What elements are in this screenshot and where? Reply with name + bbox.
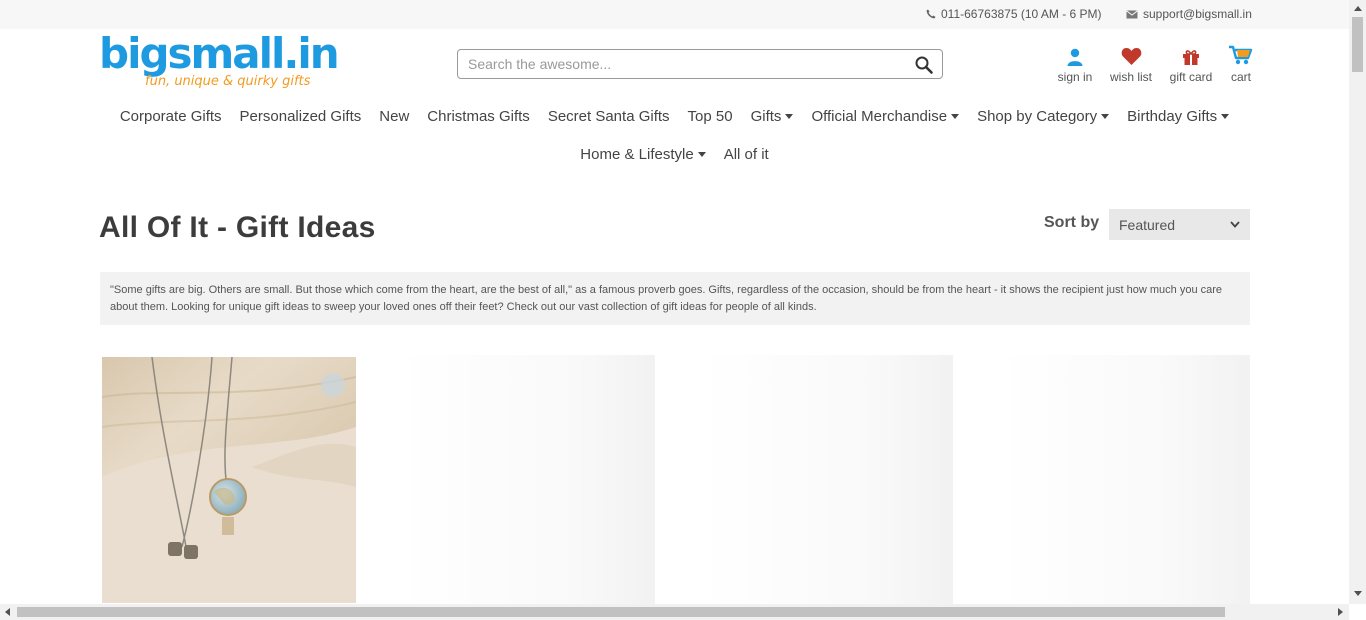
nav-label: New — [379, 108, 410, 125]
nav-label: All of it — [723, 146, 769, 163]
nav-label: Top 50 — [687, 108, 733, 125]
vertical-scroll-thumb[interactable] — [1352, 17, 1363, 72]
nav-all-of-it[interactable]: All of it — [715, 146, 778, 163]
sign-in-link[interactable]: sign in — [1050, 44, 1100, 84]
product-card-placeholder — [400, 355, 655, 605]
nav-christmas-gifts[interactable]: Christmas Gifts — [418, 108, 539, 125]
horizontal-scroll-thumb[interactable] — [17, 607, 1225, 617]
caret-down-icon — [1221, 114, 1230, 119]
logo-tagline: fun, unique & quirky gifts — [145, 74, 311, 89]
nav-label: Christmas Gifts — [427, 108, 530, 125]
nav-label: Corporate Gifts — [119, 108, 222, 125]
caret-down-icon — [785, 114, 794, 119]
nav-top-50[interactable]: Top 50 — [679, 108, 742, 125]
site-logo[interactable]: bigsmall.in fun, unique & quirky gifts — [99, 29, 340, 96]
sort-selected-value: Featured — [1119, 216, 1176, 233]
nav-shop-by-category-dropdown[interactable]: Shop by Category — [968, 108, 1118, 125]
phone-icon — [926, 9, 936, 19]
scroll-right-arrow-icon[interactable] — [1338, 608, 1343, 616]
product-photo-necklace — [102, 357, 356, 603]
nav-official-merchandise-dropdown[interactable]: Official Merchandise — [802, 108, 968, 125]
nav-home-lifestyle-dropdown[interactable]: Home & Lifestyle — [571, 146, 714, 163]
scroll-down-arrow-icon[interactable] — [1354, 591, 1362, 596]
vertical-scrollbar[interactable] — [1349, 0, 1366, 604]
logo-wordmark: bigsmall.in — [99, 29, 340, 78]
nav-birthday-gifts-dropdown[interactable]: Birthday Gifts — [1118, 108, 1238, 125]
gift-card-link[interactable]: gift card — [1162, 44, 1220, 84]
nav-corporate-gifts[interactable]: Corporate Gifts — [111, 108, 231, 125]
wish-list-link[interactable]: wish list — [1100, 44, 1162, 84]
nav-label: Official Merchandise — [811, 108, 948, 125]
nav-personalized-gifts[interactable]: Personalized Gifts — [231, 108, 371, 125]
sign-in-label: sign in — [1057, 70, 1093, 84]
nav-new[interactable]: New — [370, 108, 418, 125]
phone-text: 011-66763875 (10 AM - 6 PM) — [941, 7, 1102, 21]
chevron-down-icon — [1230, 221, 1240, 228]
product-card-image[interactable] — [102, 357, 356, 603]
sort-label: Sort by — [1044, 214, 1100, 231]
main-nav-row-1: Corporate Gifts Personalized Gifts New C… — [0, 108, 1349, 125]
scroll-left-arrow-icon[interactable] — [5, 608, 10, 616]
top-contact-bar: 011-66763875 (10 AM - 6 PM) support@bigs… — [0, 0, 1349, 29]
product-card-placeholder — [1000, 355, 1250, 605]
wish-list-label: wish list — [1109, 70, 1152, 84]
page-title: All Of It - Gift Ideas — [99, 211, 376, 244]
nav-label: Birthday Gifts — [1127, 108, 1218, 125]
gift-card-label: gift card — [1169, 70, 1213, 84]
scroll-up-arrow-icon[interactable] — [1354, 6, 1362, 11]
nav-label: Personalized Gifts — [239, 108, 362, 125]
caret-down-icon — [1101, 114, 1110, 119]
horizontal-scrollbar[interactable] — [0, 604, 1349, 620]
gift-icon — [1183, 50, 1199, 65]
product-card-placeholder — [700, 355, 953, 605]
cart-link[interactable]: cart — [1220, 44, 1262, 84]
mail-icon — [1126, 9, 1138, 18]
nav-label: Home & Lifestyle — [580, 146, 694, 163]
category-description: "Some gifts are big. Others are small. B… — [100, 272, 1250, 325]
email-text: support@bigsmall.in — [1143, 7, 1252, 21]
sort-select[interactable]: Featured — [1109, 209, 1250, 240]
nav-label: Gifts — [750, 108, 782, 125]
main-nav-row-2: Home & Lifestyle All of it — [0, 146, 1349, 163]
nav-secret-santa-gifts[interactable]: Secret Santa Gifts — [539, 108, 679, 125]
search-bar — [457, 49, 943, 79]
email-contact[interactable]: support@bigsmall.in — [1126, 7, 1252, 21]
nav-label: Secret Santa Gifts — [547, 108, 670, 125]
cart-icon — [1229, 45, 1253, 65]
nav-label: Shop by Category — [977, 108, 1098, 125]
nav-gifts-dropdown[interactable]: Gifts — [742, 108, 803, 125]
phone-contact[interactable]: 011-66763875 (10 AM - 6 PM) — [926, 7, 1102, 21]
cart-label: cart — [1230, 70, 1251, 84]
user-icon — [1067, 48, 1083, 66]
caret-down-icon — [951, 114, 960, 119]
user-links: sign in wish list gift card cart — [1050, 44, 1262, 84]
caret-down-icon — [697, 152, 706, 157]
heart-icon — [1121, 48, 1141, 65]
search-icon[interactable] — [914, 55, 934, 75]
search-input[interactable] — [458, 50, 898, 78]
